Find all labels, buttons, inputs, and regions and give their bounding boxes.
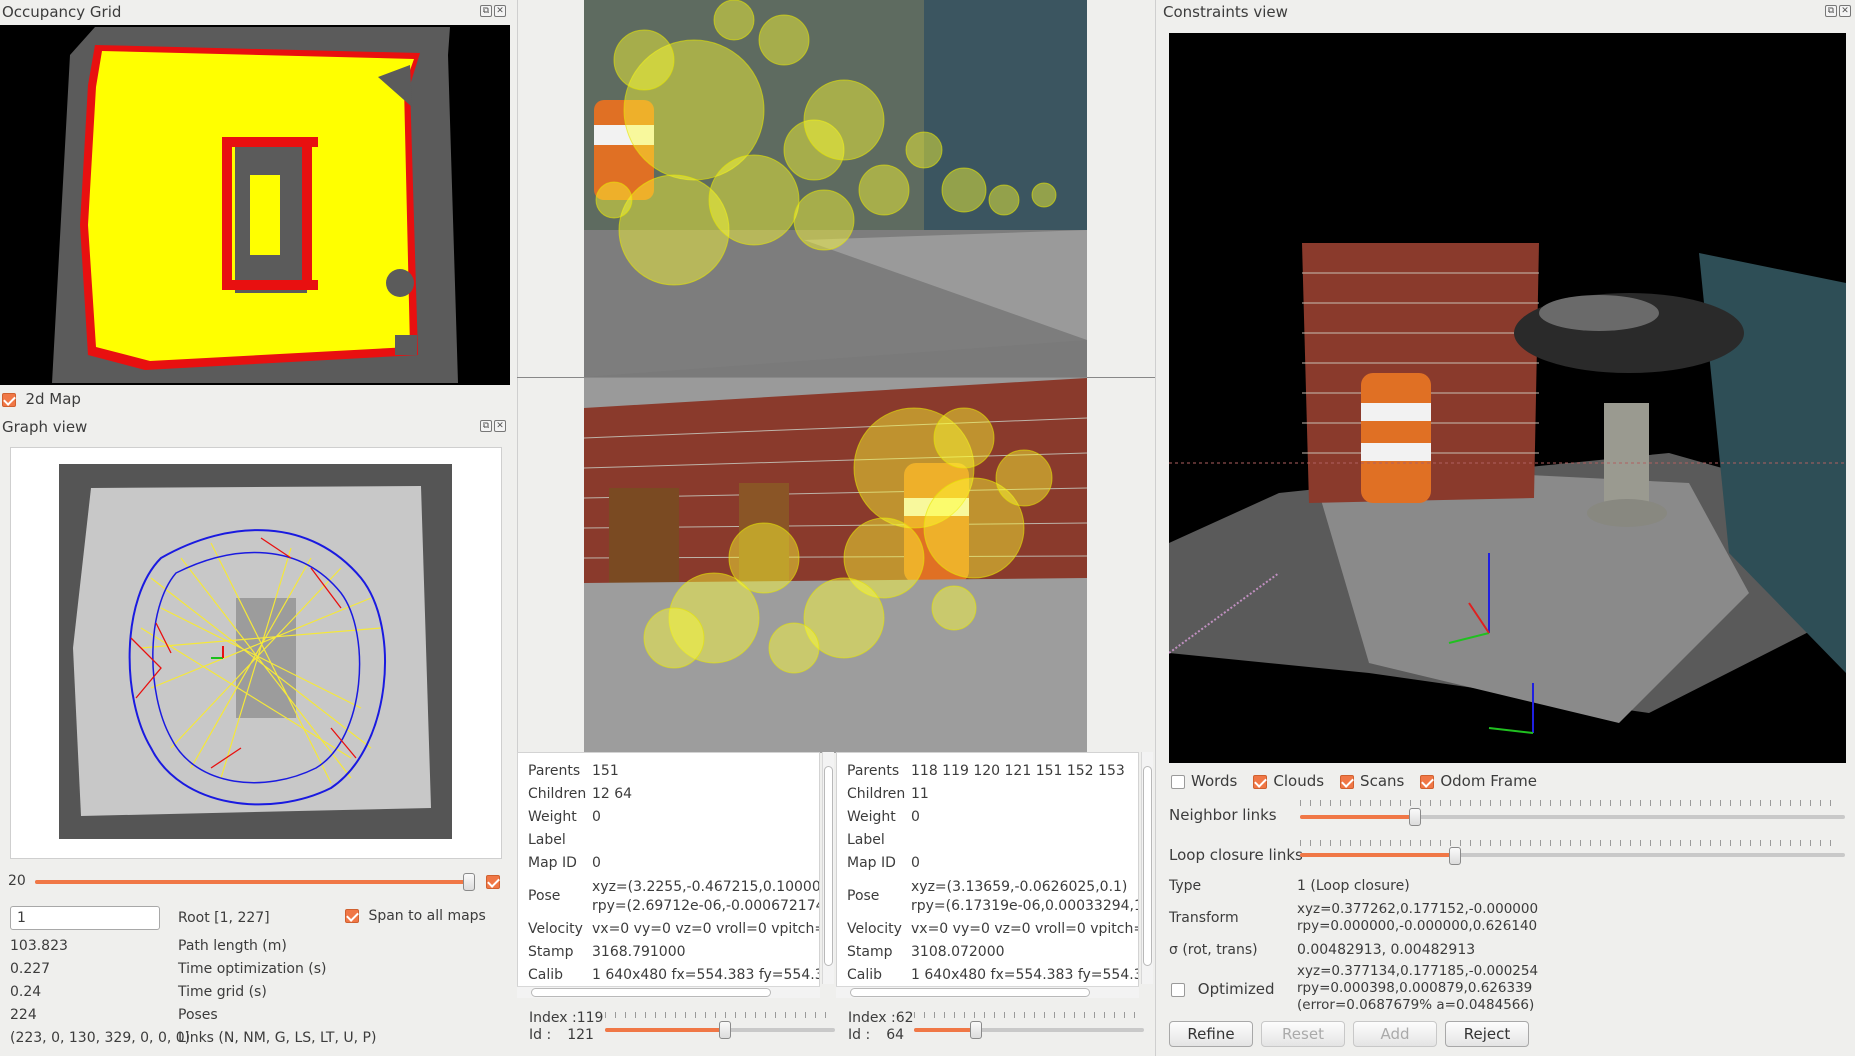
occupancy-grid-title: Occupancy Grid xyxy=(2,3,122,21)
left-info-vscroll[interactable] xyxy=(822,752,834,984)
optimized-checkbox[interactable] xyxy=(1171,982,1185,997)
add-button[interactable]: Add xyxy=(1353,1021,1437,1047)
loop-closure-links-label: Loop closure links xyxy=(1169,846,1303,864)
right-index-value: 62 xyxy=(895,1010,914,1026)
stat-row: 103.823 Path length (m) xyxy=(10,938,287,954)
graph-view-title: Graph view xyxy=(2,418,88,436)
reject-button[interactable]: Reject xyxy=(1445,1021,1529,1047)
feature-image-top xyxy=(584,0,1087,377)
right-id-value: 64 xyxy=(886,1027,905,1043)
words-checkbox[interactable] xyxy=(1171,774,1185,789)
float-icon[interactable]: ⧉ xyxy=(480,5,492,17)
two-d-map-toggle[interactable]: 2d Map xyxy=(2,390,81,408)
constraints-scene xyxy=(1169,243,1846,734)
constraints-view-title: Constraints view xyxy=(1163,3,1288,21)
left-pose-xyz: xyz=(3.2255,-0.467215,0.100001) xyxy=(592,879,820,895)
left-weight: 0 xyxy=(592,809,601,825)
type-value: 1 (Loop closure) xyxy=(1297,878,1410,894)
two-d-map-checkbox[interactable] xyxy=(2,393,16,407)
graph-spin-input[interactable]: 1 xyxy=(10,906,160,930)
graph-slider-value: 20 xyxy=(8,873,26,889)
scans-toggle[interactable]: Scans xyxy=(1340,772,1404,790)
odom-frame-checkbox[interactable] xyxy=(1420,774,1435,789)
left-info-hscroll[interactable] xyxy=(517,986,820,998)
right-pose-xyz: xyz=(3.13659,-0.0626025,0.1) xyxy=(911,879,1128,895)
left-id-value: 121 xyxy=(567,1027,594,1043)
stat-row: 224 Poses xyxy=(10,1007,218,1023)
left-info-panel: Parents 151 Children 12 64 Weight 0 Labe… xyxy=(517,752,820,998)
occupancy-map xyxy=(52,27,458,383)
image-view-top[interactable] xyxy=(584,0,1087,377)
image-view-bottom[interactable] xyxy=(584,378,1087,753)
left-children: 12 64 xyxy=(592,786,633,802)
refine-button[interactable]: Refine xyxy=(1169,1021,1253,1047)
odom-frame-toggle[interactable]: Odom Frame xyxy=(1420,772,1537,790)
neighbor-links-label: Neighbor links xyxy=(1169,806,1277,824)
right-map-id: 0 xyxy=(911,855,920,871)
transform-value: xyz=0.377262,0.177152,-0.000000 rpy=0.00… xyxy=(1297,901,1539,934)
graph-dock-buttons: ⧉ ✕ xyxy=(480,420,506,432)
right-parents: 118 119 120 121 151 152 153 xyxy=(911,763,1125,779)
right-stamp: 3108.072000 xyxy=(911,944,1005,960)
reset-button[interactable]: Reset xyxy=(1261,1021,1345,1047)
type-label: Type xyxy=(1169,878,1202,894)
left-map-id: 0 xyxy=(592,855,601,871)
left-calib: 1 640x480 fx=554.383 fy=554.383 xyxy=(592,967,820,983)
graph-view[interactable] xyxy=(10,447,502,859)
transform-label: Transform xyxy=(1169,910,1239,926)
constraints-3d-view[interactable] xyxy=(1169,33,1846,763)
left-index-id: Index :119 Id :121 xyxy=(529,1010,604,1043)
optimized-value: xyz=0.377134,0.177185,-0.000254 rpy=0.00… xyxy=(1297,963,1539,1013)
stat-row: 0.24 Time grid (s) xyxy=(10,984,267,1000)
sigma-value: 0.00482913, 0.00482913 xyxy=(1297,942,1476,958)
span-checkbox[interactable] xyxy=(345,909,359,923)
left-stamp: 3168.791000 xyxy=(592,944,686,960)
float-icon[interactable]: ⧉ xyxy=(480,420,492,432)
right-index-id: Index :62 Id :64 xyxy=(848,1010,914,1043)
left-velocity: vx=0 vy=0 vz=0 vroll=0 vpitch=0 v xyxy=(592,921,819,937)
constraints-options: Words Clouds Scans Odom Frame xyxy=(1171,772,1537,790)
left-index-value: 119 xyxy=(576,1010,604,1026)
occupancy-grid-view[interactable] xyxy=(0,25,510,385)
graph-slider-checkbox[interactable] xyxy=(486,874,500,890)
clouds-toggle[interactable]: Clouds xyxy=(1253,772,1324,790)
span-to-all-maps-toggle[interactable]: Span to all maps xyxy=(345,908,486,924)
stat-row: (223, 0, 130, 329, 0, 0, 0) Links (N, NM… xyxy=(10,1030,377,1046)
close-icon[interactable]: ✕ xyxy=(494,5,506,17)
right-velocity: vx=0 vy=0 vz=0 vroll=0 vpitch=0 v xyxy=(911,921,1138,937)
scans-checkbox[interactable] xyxy=(1340,774,1355,789)
optimized-toggle[interactable]: Optimized xyxy=(1171,980,1275,998)
sigma-label: σ (rot, trans) xyxy=(1169,942,1258,958)
right-children: 11 xyxy=(911,786,929,802)
right-calib: 1 640x480 fx=554.383 fy=554.383 xyxy=(911,967,1139,983)
feature-image-bottom xyxy=(584,378,1087,753)
constraints-dock-buttons: ⧉ ✕ xyxy=(1825,5,1851,17)
words-toggle[interactable]: Words xyxy=(1171,772,1237,790)
close-icon[interactable]: ✕ xyxy=(494,420,506,432)
right-info-vscroll[interactable] xyxy=(1141,752,1153,984)
graph-canvas xyxy=(59,464,452,839)
occupancy-dock-buttons: ⧉ ✕ xyxy=(480,5,506,17)
close-icon[interactable]: ✕ xyxy=(1839,5,1851,17)
right-pose-rpy: rpy=(6.17319e-06,0.00033294,1.9 xyxy=(911,898,1139,914)
stat-row: 0.227 Time optimization (s) xyxy=(10,961,327,977)
float-icon[interactable]: ⧉ xyxy=(1825,5,1837,17)
right-weight: 0 xyxy=(911,809,920,825)
left-parents: 151 xyxy=(592,763,619,779)
left-pose-rpy: rpy=(2.69712e-06,-0.000672174,1 xyxy=(592,898,820,914)
graph-stats: 103.823 Path length (m) 0.227 Time optim… xyxy=(10,938,500,1053)
right-info-hscroll[interactable] xyxy=(836,986,1139,998)
graph-root: Root [1, 227] xyxy=(178,910,270,926)
clouds-checkbox[interactable] xyxy=(1253,774,1268,789)
right-info-panel: Parents 118 119 120 121 151 152 153 Chil… xyxy=(836,752,1139,998)
